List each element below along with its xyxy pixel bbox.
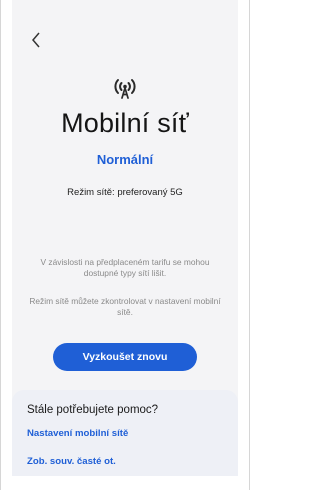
mobile-network-settings-link[interactable]: Nastavení mobilní sítě <box>27 428 128 439</box>
help-title: Stále potřebujete pomoc? <box>27 404 159 416</box>
page-title: Mobilní síť <box>61 108 189 138</box>
retry-button[interactable]: Vyzkoušet znovu <box>53 343 197 371</box>
chevron-left-icon <box>32 32 40 48</box>
network-status: Normální <box>96 152 154 167</box>
signal-tower-icon <box>114 79 136 99</box>
settings-info-text: Režim sítě můžete zkontrolovat v nastave… <box>29 296 221 317</box>
related-faq-link[interactable]: Zob. souv. časté ot. <box>27 456 116 467</box>
back-button[interactable] <box>26 30 46 50</box>
network-mode-text: Režim sítě: preferovaný 5G <box>67 187 183 198</box>
tariff-info-text: V závislosti na předplaceném tarifu se m… <box>40 257 210 278</box>
